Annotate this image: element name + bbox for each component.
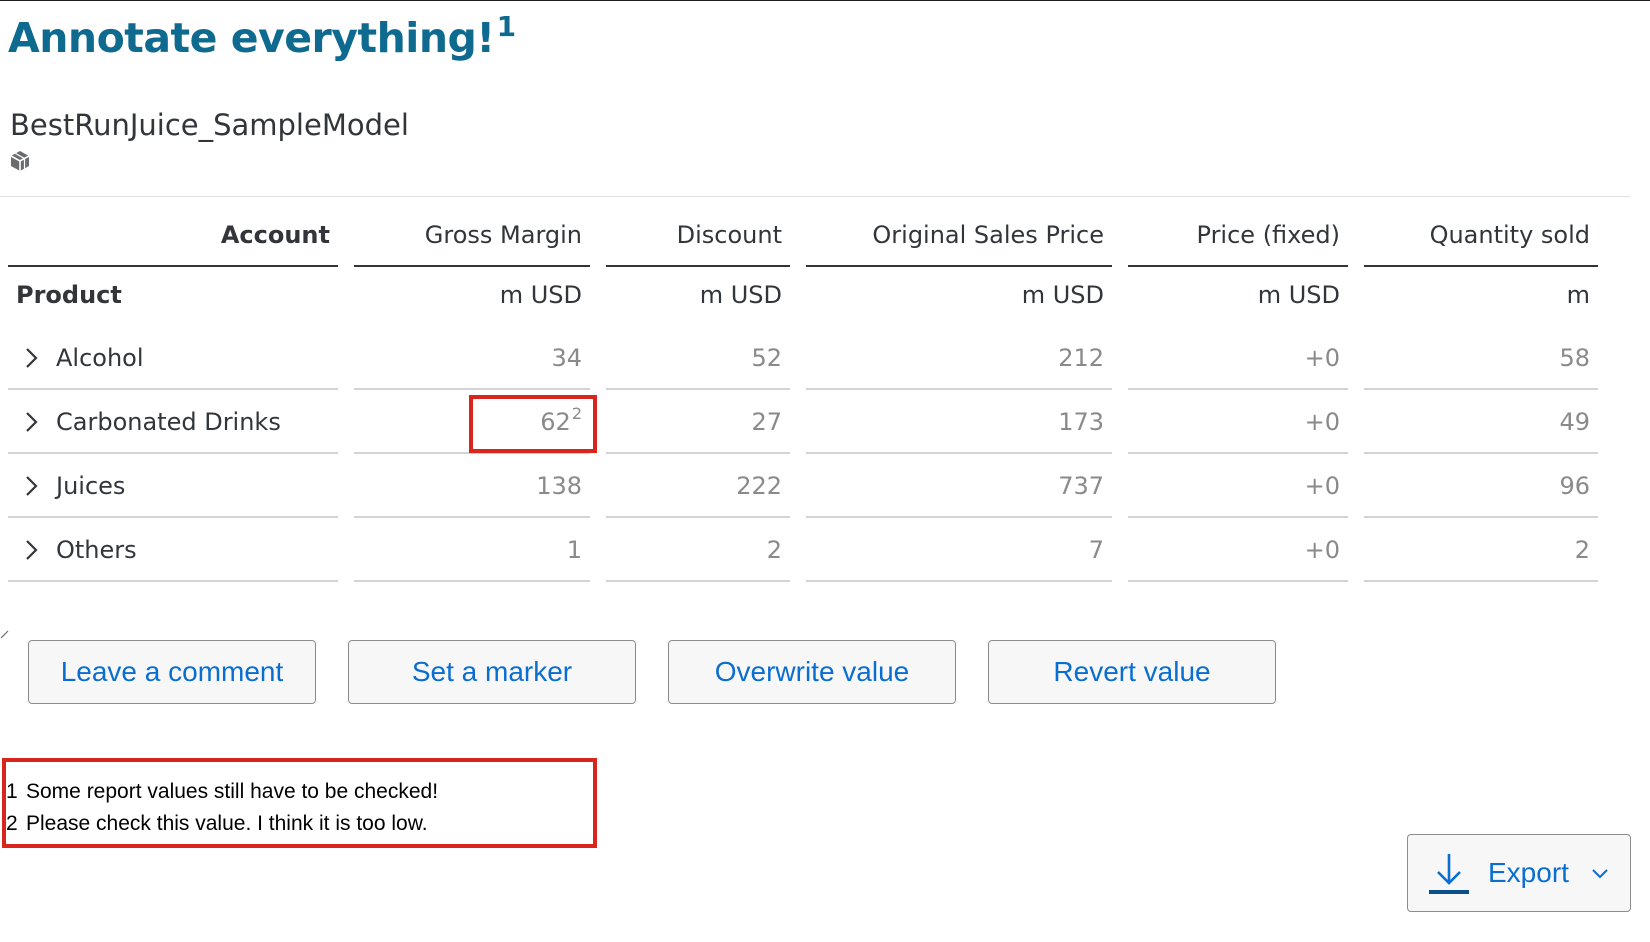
table-cell[interactable]: 138: [354, 456, 590, 518]
column-header[interactable]: Quantity sold: [1364, 205, 1598, 267]
table-row[interactable]: Carbonated Drinks: [8, 392, 338, 454]
column-header[interactable]: Original Sales Price: [806, 205, 1112, 267]
table-cell[interactable]: +0: [1128, 520, 1348, 582]
chevron-right-icon[interactable]: [16, 343, 46, 373]
table-cell[interactable]: +0: [1128, 456, 1348, 518]
page-title: Annotate everything!1: [8, 10, 516, 62]
table-cell[interactable]: 2: [1364, 520, 1598, 582]
row-label: Alcohol: [56, 344, 144, 372]
row-label: Juices: [56, 472, 126, 500]
table-row[interactable]: Alcohol: [8, 328, 338, 390]
footnote-number: 1: [6, 780, 18, 803]
title-footnote-ref[interactable]: 1: [497, 10, 516, 43]
export-button[interactable]: Export: [1407, 834, 1631, 912]
table-row[interactable]: Others: [8, 520, 338, 582]
footnote-item: 2 Please check this value. I think it is…: [6, 808, 593, 840]
table-cell[interactable]: 2: [606, 520, 790, 582]
table-cell[interactable]: 737: [806, 456, 1112, 518]
footnote-number: 2: [6, 812, 18, 835]
resize-handle-icon[interactable]: [0, 630, 10, 640]
set-marker-button[interactable]: Set a marker: [348, 640, 636, 704]
model-name: BestRunJuice_SampleModel: [10, 108, 409, 142]
top-border: [0, 0, 1650, 1]
chevron-right-icon[interactable]: [16, 471, 46, 501]
chevron-right-icon[interactable]: [16, 535, 46, 565]
footnote-text: Please check this value. I think it is t…: [26, 812, 428, 835]
table-cell[interactable]: 7: [806, 520, 1112, 582]
highlight-box: [469, 395, 597, 453]
row-label: Carbonated Drinks: [56, 408, 281, 436]
account-header: Account: [8, 205, 338, 267]
download-icon: [1429, 854, 1469, 894]
unit-label: m USD: [1257, 281, 1340, 309]
export-label: Export: [1488, 857, 1569, 888]
unit-label: m USD: [499, 281, 582, 309]
table-row[interactable]: Juices: [8, 456, 338, 518]
column-header[interactable]: Discount: [606, 205, 790, 267]
table-cell[interactable]: +0: [1128, 328, 1348, 390]
table-cell[interactable]: +0: [1128, 392, 1348, 454]
table-cell[interactable]: 212: [806, 328, 1112, 390]
table-cell[interactable]: 96: [1364, 456, 1598, 518]
table-cell[interactable]: 1: [354, 520, 590, 582]
unit-label: m USD: [1021, 281, 1104, 309]
revert-value-button[interactable]: Revert value: [988, 640, 1276, 704]
table-cell[interactable]: 34: [354, 328, 590, 390]
chevron-down-icon[interactable]: [1589, 862, 1611, 884]
table-cell[interactable]: 49: [1364, 392, 1598, 454]
footnotes-box: 1 Some report values still have to be ch…: [2, 758, 597, 848]
row-label: Others: [56, 536, 137, 564]
footnote-item: 1 Some report values still have to be ch…: [6, 776, 593, 808]
table-cell[interactable]: 27: [606, 392, 790, 454]
header-separator: [0, 196, 1630, 197]
unit-label: m USD: [699, 281, 782, 309]
table-cell[interactable]: 173: [806, 392, 1112, 454]
overwrite-value-button[interactable]: Overwrite value: [668, 640, 956, 704]
table-cell[interactable]: 52: [606, 328, 790, 390]
table-cell[interactable]: 222: [606, 456, 790, 518]
unit-label: m: [1566, 281, 1590, 309]
leave-comment-button[interactable]: Leave a comment: [28, 640, 316, 704]
table-cell[interactable]: 58: [1364, 328, 1598, 390]
column-header[interactable]: Gross Margin: [354, 205, 590, 267]
column-header[interactable]: Price (fixed): [1128, 205, 1348, 267]
cube-icon: [10, 151, 30, 171]
chevron-right-icon[interactable]: [16, 407, 46, 437]
product-header: Product: [16, 281, 122, 309]
footnote-text: Some report values still have to be chec…: [26, 780, 439, 803]
